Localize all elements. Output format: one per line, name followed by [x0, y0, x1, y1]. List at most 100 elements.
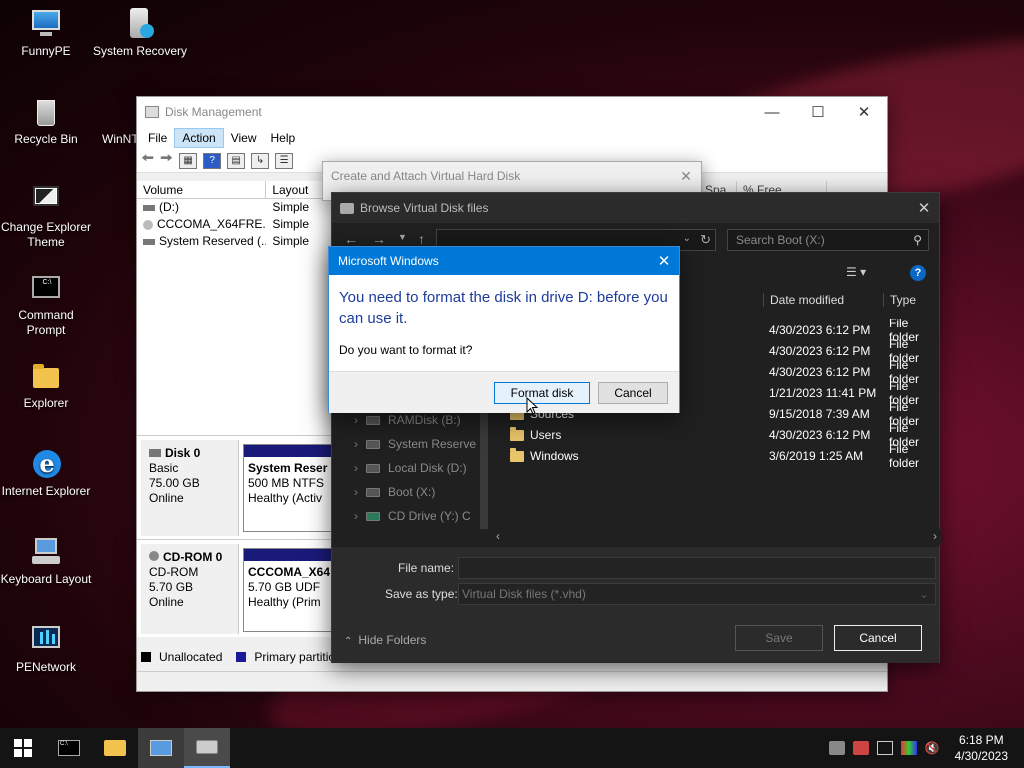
save-type-select[interactable]: Virtual Disk files (*.vhd) ⌄	[458, 583, 936, 605]
menu-file[interactable]: File	[141, 129, 174, 147]
partition-cccoma[interactable]: CCCOMA_X64 5.70 GB UDF Healthy (Prim	[243, 548, 343, 632]
display-tray-icon[interactable]	[900, 741, 917, 755]
partition-system-reserved[interactable]: System Reser 500 MB NTFS Healthy (Activ	[243, 444, 343, 532]
drive-icon	[366, 415, 380, 425]
help-icon[interactable]: ?	[910, 265, 926, 281]
back-arrow-icon[interactable]: 🠨	[141, 147, 154, 174]
back-arrow-icon[interactable]: ←	[344, 231, 358, 247]
help-icon[interactable]: ?	[203, 152, 222, 169]
desktop-icon-funnype[interactable]: FunnyPE	[0, 8, 94, 59]
folder-icon	[510, 447, 524, 462]
close-button[interactable]: ✕	[841, 97, 887, 127]
disk-management-app-icon	[145, 106, 159, 118]
keyboard-icon	[30, 536, 62, 568]
list-item[interactable]: Users 4/30/2023 6:12 PM File folder	[492, 421, 941, 449]
save-panel: File name: Save as type: Virtual Disk fi…	[332, 547, 939, 663]
close-icon[interactable]: ✕	[909, 199, 939, 217]
nav-item-system-reserved[interactable]: › System Reserve	[354, 437, 476, 451]
desktop-icon-system-recovery[interactable]: System Recovery	[92, 8, 188, 59]
create-vhd-titlebar[interactable]: Create and Attach Virtual Hard Disk ✕	[323, 162, 701, 190]
hide-folders-toggle[interactable]: ⌃ Hide Folders	[344, 633, 426, 647]
cd-drive-icon	[143, 219, 153, 230]
desktop-icon-keyboard-layout[interactable]: Keyboard Layout	[0, 536, 94, 587]
file-name-input[interactable]	[458, 557, 936, 579]
desktop-icon-penetwork[interactable]: PENetwork	[0, 624, 94, 675]
nav-item-ramdisk[interactable]: › RAMDisk (B:)	[354, 413, 461, 427]
menu-help[interactable]: Help	[264, 129, 303, 147]
volume-row[interactable]: System Reserved (... Simple	[137, 233, 332, 250]
disk-icon	[149, 449, 161, 457]
details-icon[interactable]: ☰	[275, 152, 294, 169]
windows-logo-icon	[14, 739, 32, 757]
scroll-left-icon[interactable]: ‹	[496, 529, 500, 543]
network-icon	[30, 624, 62, 656]
refresh-icon[interactable]: ↻	[700, 232, 711, 248]
connect-icon[interactable]: ↳	[251, 152, 270, 169]
column-type[interactable]: Type	[883, 293, 916, 307]
taskbar-disk-management-button[interactable]	[184, 728, 230, 768]
msgbox-titlebar[interactable]: Microsoft Windows ✕	[329, 247, 679, 275]
clock[interactable]: 6:18 PM 4/30/2023	[955, 732, 1008, 764]
recovery-icon	[124, 8, 156, 40]
nav-item-cd-drive[interactable]: › CD Drive (Y:) C	[354, 509, 471, 523]
cancel-button[interactable]: Cancel	[834, 625, 922, 651]
msgbox-cancel-button[interactable]: Cancel	[598, 382, 668, 404]
keyboard-tray-icon[interactable]	[876, 741, 893, 755]
start-button[interactable]	[0, 728, 46, 768]
menu-view[interactable]: View	[224, 129, 264, 147]
taskbar-cmd-button[interactable]: C:\	[46, 728, 92, 768]
disk-management-title: Disk Management	[165, 105, 262, 119]
view-toggle-icon[interactable]: ☰ ▾	[846, 265, 866, 279]
minimize-button[interactable]: —	[749, 97, 795, 127]
volume-row[interactable]: (D:) Simple	[137, 199, 332, 216]
save-button[interactable]: Save	[735, 625, 823, 651]
desktop-icon-change-explorer-theme[interactable]: Change Explorer Theme	[0, 184, 94, 250]
list-item[interactable]: Windows 3/6/2019 1:25 AM File folder	[492, 442, 941, 470]
disk-icon	[196, 740, 218, 754]
search-box[interactable]: Search Boot (X:) ⚲	[727, 229, 929, 251]
nav-item-local-disk[interactable]: › Local Disk (D:)	[354, 461, 467, 475]
computer-icon	[30, 8, 62, 40]
close-icon[interactable]: ✕	[671, 168, 701, 185]
disk-management-titlebar[interactable]: Disk Management — ☐ ✕	[137, 97, 887, 127]
maximize-button[interactable]: ☐	[795, 97, 841, 127]
up-arrow-icon[interactable]: ↑	[418, 231, 425, 247]
column-date-modified[interactable]: Date modified	[763, 293, 844, 307]
disk-0-info: Disk 0 Basic 75.00 GB Online	[141, 440, 239, 536]
browse-titlebar[interactable]: Browse Virtual Disk files ✕	[332, 193, 939, 223]
search-icon: ⚲	[913, 233, 922, 247]
network-tray-icon[interactable]	[828, 741, 845, 755]
legend-primary-swatch	[236, 652, 247, 662]
horizontal-scrollbar[interactable]: ‹ ›	[492, 529, 941, 545]
forward-arrow-icon[interactable]: →	[372, 231, 386, 247]
desktop-icon-command-prompt[interactable]: C:\ Command Prompt	[0, 272, 94, 338]
menu-action[interactable]: Action	[174, 128, 224, 148]
properties-icon[interactable]: ▦	[179, 152, 198, 169]
msgbox-heading: You need to format the disk in drive D: …	[339, 289, 668, 327]
nav-item-boot[interactable]: › Boot (X:)	[354, 485, 435, 499]
usb-tray-icon[interactable]	[852, 741, 869, 755]
chevron-down-icon[interactable]: ▼	[398, 232, 407, 242]
volume-row[interactable]: CCCOMA_X64FRE... Simple	[137, 216, 332, 233]
disk-0-pane[interactable]: Disk 0 Basic 75.00 GB Online System Rese…	[137, 435, 343, 539]
cd-icon	[149, 551, 159, 561]
list-view-icon[interactable]: ▤	[227, 152, 246, 169]
scroll-right-icon[interactable]: ›	[933, 529, 937, 543]
dropdown-icon[interactable]: ⌄	[683, 233, 691, 244]
desktop-icon-explorer[interactable]: Explorer	[0, 360, 94, 411]
format-disk-button[interactable]: Format disk	[494, 382, 590, 404]
system-tray: 🔇 6:18 PM 4/30/2023	[828, 728, 1024, 768]
volume-muted-icon[interactable]: 🔇	[925, 741, 941, 755]
mouse-cursor-icon	[526, 397, 538, 415]
forward-arrow-icon[interactable]: 🠪	[160, 147, 173, 174]
folder-icon	[30, 360, 62, 392]
format-message-box: Microsoft Windows ✕ You need to format t…	[328, 246, 680, 415]
close-icon[interactable]: ✕	[649, 252, 679, 270]
desktop-icon-recycle-bin[interactable]: Recycle Bin	[0, 96, 94, 147]
taskbar-keyboard-button[interactable]	[138, 728, 184, 768]
nav-scrollbar[interactable]	[480, 409, 488, 529]
column-volume[interactable]: Volume	[137, 181, 267, 198]
taskbar-explorer-button[interactable]	[92, 728, 138, 768]
desktop-icon-internet-explorer[interactable]: e Internet Explorer	[0, 448, 94, 499]
cdrom-0-pane[interactable]: CD-ROM 0 CD-ROM 5.70 GB Online CCCOMA_X6…	[137, 539, 343, 637]
